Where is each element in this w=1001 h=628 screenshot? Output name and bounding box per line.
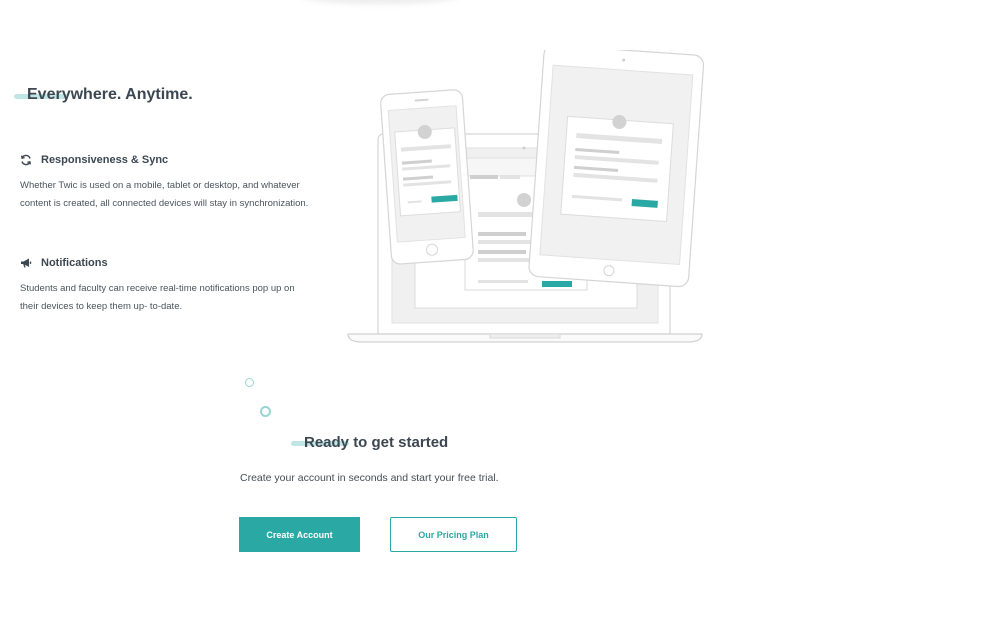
devices-illustration — [340, 44, 710, 355]
feature-title: Notifications — [41, 257, 108, 269]
decorative-circle-small — [245, 378, 254, 387]
phone-illustration — [380, 89, 474, 265]
section-title: Everywhere. Anytime. — [27, 86, 193, 103]
feature-description: Students and faculty can receive real-ti… — [20, 283, 295, 312]
cta-subtitle: Create your account in seconds and start… — [240, 472, 499, 484]
feature-heading-sync: Responsiveness & Sync — [20, 154, 168, 166]
sync-icon — [20, 154, 32, 166]
tablet-illustration — [528, 44, 705, 288]
cta-title: Ready to get started — [304, 434, 449, 451]
feature-title: Responsiveness & Sync — [41, 154, 169, 166]
feature-heading-notifications: Notifications — [20, 257, 108, 269]
megaphone-icon — [20, 257, 32, 269]
top-shadow-decoration — [300, 0, 460, 4]
create-account-button[interactable]: Create Account — [239, 517, 360, 552]
decorative-circle — [260, 406, 271, 417]
pricing-plan-button[interactable]: Our Pricing Plan — [390, 517, 517, 552]
feature-description: Whether Twic is used on a mobile, tablet… — [20, 180, 309, 209]
